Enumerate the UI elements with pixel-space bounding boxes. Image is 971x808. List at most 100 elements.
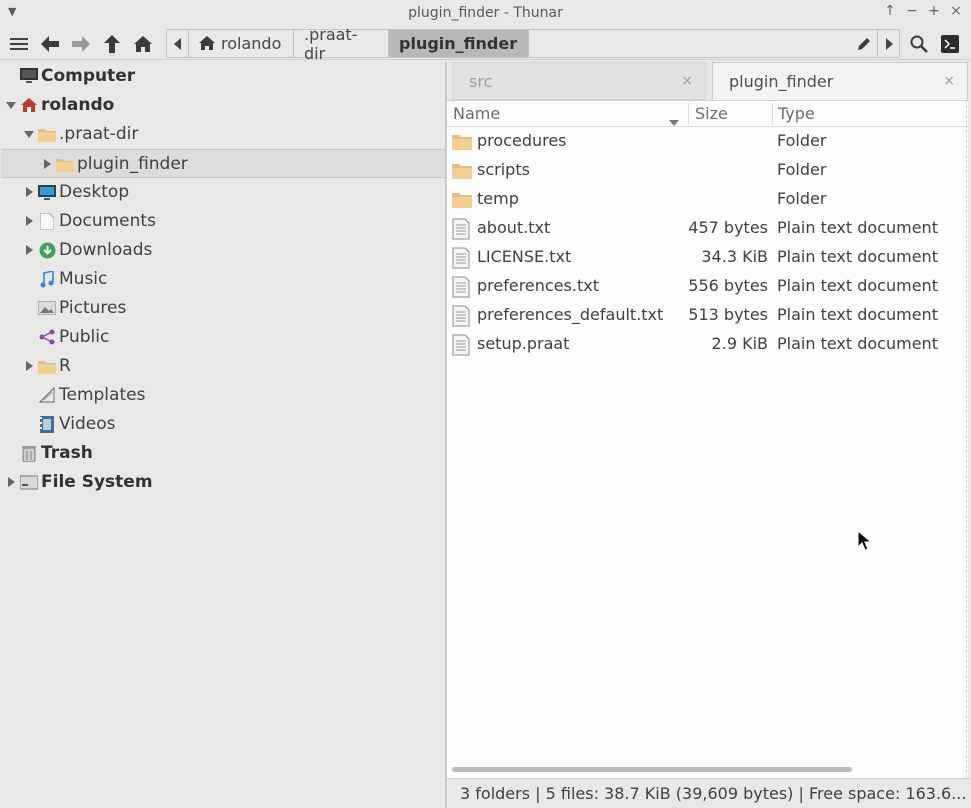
status-text: 3 folders | 5 files: 38.7 KiB (39,609 by… [460, 784, 967, 803]
horizontal-scrollbar[interactable] [452, 767, 852, 772]
text-file-icon [452, 218, 472, 240]
expander-open-icon[interactable] [5, 99, 17, 111]
tab-close-icon[interactable]: × [681, 73, 693, 89]
maximize-icon[interactable]: + [926, 3, 942, 19]
file-size: 34.3 KiB [701, 247, 768, 266]
expander-open-icon[interactable] [23, 128, 35, 140]
terminal-icon[interactable] [937, 31, 963, 57]
parent-folder-icon[interactable] [99, 31, 125, 57]
expander-closed-icon[interactable] [5, 476, 17, 488]
file-row[interactable]: preferences.txt 556 bytes Plain text docum… [447, 272, 968, 301]
file-list-view[interactable]: Name Size Type procedures Folder scripts Fo… [447, 100, 968, 778]
column-separator[interactable] [772, 103, 773, 125]
crumb-plugin-finder[interactable]: plugin_finder [389, 30, 529, 57]
home-icon[interactable] [130, 31, 156, 57]
sidebar-item-label: Computer [41, 66, 136, 86]
file-row[interactable]: temp Folder [447, 185, 968, 214]
minimize-icon[interactable]: − [904, 3, 920, 19]
expander-closed-icon[interactable] [41, 158, 53, 170]
computer-icon [20, 67, 38, 85]
file-row[interactable]: preferences_default.txt 513 bytes Plain te… [447, 301, 968, 330]
text-file-icon [452, 305, 472, 327]
sidebar-item-label: Videos [59, 414, 116, 434]
path-scroll-left-icon[interactable] [167, 30, 189, 57]
expander-closed-icon[interactable] [23, 360, 35, 372]
forward-icon[interactable] [68, 31, 94, 57]
document-icon [38, 212, 56, 230]
sidebar-item-trash[interactable]: Trash [1, 439, 445, 468]
sidebar-item-label: Templates [59, 385, 146, 405]
file-name: scripts [477, 160, 530, 179]
template-icon [38, 386, 56, 404]
sidebar-item-public[interactable]: Public [1, 323, 445, 352]
sidebar-item-r[interactable]: R [1, 352, 445, 381]
folder-icon [56, 155, 74, 173]
close-icon[interactable]: × [948, 3, 964, 19]
mouse-pointer-icon [857, 529, 873, 556]
tab-label: src [469, 72, 493, 91]
sidebar-item-label: rolando [41, 95, 115, 115]
sidebar-item-label: .praat-dir [59, 124, 139, 144]
column-separator[interactable] [688, 103, 689, 125]
column-size-header[interactable]: Size [695, 104, 728, 123]
file-type: Plain text document [777, 276, 938, 295]
folder-icon [452, 131, 472, 151]
tab-src[interactable]: src × [452, 62, 706, 100]
column-type-header[interactable]: Type [778, 104, 815, 123]
file-name: about.txt [477, 218, 551, 237]
column-edge-line [966, 100, 967, 778]
edit-path-icon[interactable] [849, 30, 877, 57]
file-type: Plain text document [777, 305, 938, 324]
tab-plugin-finder[interactable]: plugin_finder × [712, 62, 968, 100]
sidebar-item-pictures[interactable]: Pictures [1, 294, 445, 323]
status-bar: 3 folders | 5 files: 38.7 KiB (39,609 by… [447, 778, 971, 808]
file-row[interactable]: setup.praat 2.9 KiB Plain text document [447, 330, 968, 359]
toolbar: rolando .praat-dir plugin_finder [0, 25, 971, 63]
column-name-header[interactable]: Name [453, 104, 500, 123]
file-name: procedures [477, 131, 567, 150]
file-row[interactable]: procedures Folder [447, 127, 968, 156]
tab-close-icon[interactable]: × [943, 73, 955, 89]
file-name: LICENSE.txt [477, 247, 572, 266]
sidebar-item-label: Music [59, 269, 108, 289]
file-type: Plain text document [777, 218, 938, 237]
sidebar-item-computer[interactable]: Computer [1, 62, 445, 91]
sidebar-item-music[interactable]: Music [1, 265, 445, 294]
file-row[interactable]: scripts Folder [447, 156, 968, 185]
sidebar-item-label: Downloads [59, 240, 153, 260]
column-header: Name Size Type [447, 101, 968, 127]
folder-icon [38, 125, 56, 143]
tab-bar: src × plugin_finder × [447, 62, 971, 100]
sidebar-item-label: Trash [41, 443, 93, 463]
sidebar-item-label: File System [41, 472, 153, 492]
expander-closed-icon[interactable] [23, 186, 35, 198]
download-icon [38, 241, 56, 259]
crumb-label: .praat-dir [304, 24, 358, 63]
sidebar-item-videos[interactable]: Videos [1, 410, 445, 439]
file-row[interactable]: LICENSE.txt 34.3 KiB Plain text document [447, 243, 968, 272]
sidebar-item-file-system[interactable]: File System [1, 468, 445, 497]
sidebar-item-documents[interactable]: Documents [1, 207, 445, 236]
file-size: 513 bytes [688, 305, 768, 324]
expander-closed-icon[interactable] [23, 215, 35, 227]
sidebar-item-plugin-finder[interactable]: plugin_finder [1, 149, 445, 178]
file-row[interactable]: about.txt 457 bytes Plain text document [447, 214, 968, 243]
menu-icon[interactable] [6, 31, 32, 57]
crumb-rolando[interactable]: rolando [189, 30, 294, 57]
back-icon[interactable] [37, 31, 63, 57]
home-icon [20, 96, 38, 114]
path-scroll-right-icon[interactable] [877, 30, 899, 57]
expander-closed-icon[interactable] [23, 244, 35, 256]
sidebar-item-praat-dir[interactable]: .praat-dir [1, 120, 445, 149]
crumb-label: plugin_finder [399, 34, 518, 53]
sidebar-item-desktop[interactable]: Desktop [1, 178, 445, 207]
sidebar-item-label: R [59, 356, 71, 376]
sidebar-item-rolando[interactable]: rolando [1, 91, 445, 120]
sidebar-item-templates[interactable]: Templates [1, 381, 445, 410]
sidebar-item-label: Documents [59, 211, 156, 231]
keep-above-icon[interactable]: ↑ [882, 3, 898, 19]
search-icon[interactable] [906, 31, 932, 57]
text-file-icon [452, 334, 472, 356]
crumb-praat-dir[interactable]: .praat-dir [294, 25, 389, 63]
sidebar-item-downloads[interactable]: Downloads [1, 236, 445, 265]
